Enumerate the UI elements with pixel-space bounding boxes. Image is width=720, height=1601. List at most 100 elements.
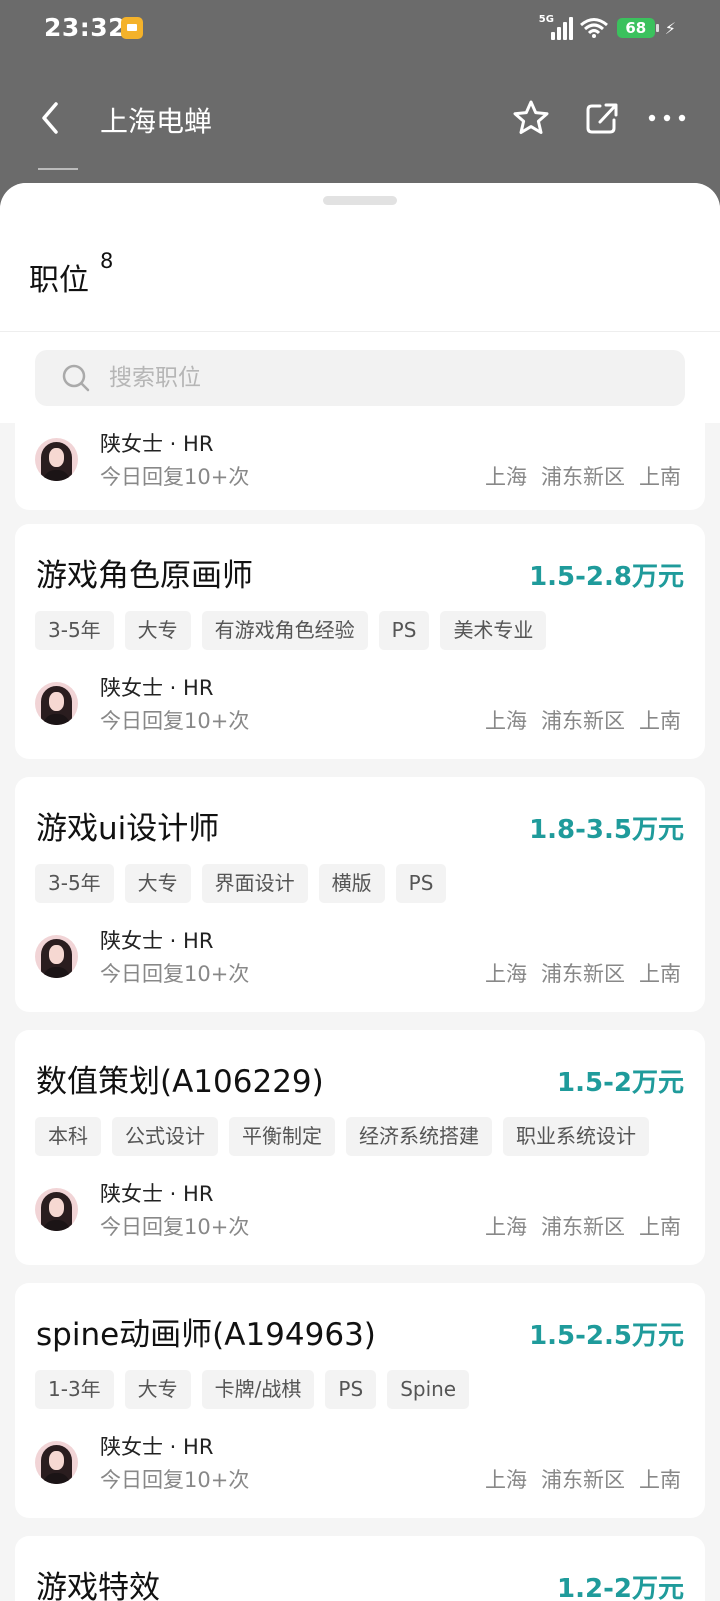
job-tag: PS [395,864,447,903]
job-location: 上海 浦东新区 上南 [485,1464,681,1494]
signal-icon: 5G [538,14,573,40]
avatar [35,682,78,725]
job-salary: 1.5-2万元 [557,1068,684,1098]
background-content-peek [38,162,78,170]
location-part: 上海 [485,962,527,986]
job-tag: 3-5年 [35,611,114,650]
status-bar: 23:32 5G 68 ⚡ [0,0,720,62]
job-tag: 大专 [124,611,191,650]
recruiter-reply-rate: 今日回复10+次 [100,1468,250,1492]
job-tag: 大专 [124,864,191,903]
jobs-bottom-sheet: 职位 8 陕女士 · HR今日回复10+次上海浦东新区上南游戏角色原画师1.5-… [0,183,720,1601]
job-location: 上海 浦东新区 上南 [485,461,681,491]
recruiter-row: 陕女士 · HR 今日回复10+次 上海 浦东新区 上南 [15,925,705,995]
job-title: 游戏特效 [36,1570,160,1601]
job-tag: 3-5年 [35,864,114,903]
search-input[interactable] [109,350,649,406]
job-tag: 公式设计 [112,1117,218,1156]
job-tag: 职业系统设计 [503,1117,649,1156]
job-tag: 1-3年 [35,1370,114,1409]
job-tag: 卡牌/战棋 [201,1370,315,1409]
job-location: 上海 浦东新区 上南 [485,958,681,988]
page-title: 上海电蝉 [100,105,213,138]
avatar [35,1188,78,1231]
job-title: 游戏角色原画师 [36,558,253,594]
location-part: 上南 [639,962,681,986]
job-tag: 界面设计 [201,864,308,903]
job-tag: 经济系统搭建 [346,1117,492,1156]
title-bar: 上海电蝉 [0,82,720,158]
location-part: 上南 [639,1215,681,1239]
location-part: 上南 [639,709,681,733]
recruiter-reply-rate: 今日回复10+次 [100,1215,250,1239]
recruiter-name: 陕女士 · HR [100,676,214,700]
wifi-icon [579,18,608,38]
job-tags: 1-3年 大专 卡牌/战棋 PS Spine [35,1370,470,1409]
more-icon[interactable] [645,98,689,138]
job-tag: 横版 [318,864,385,903]
recruiter-name: 陕女士 · HR [100,929,214,953]
job-tag: 有游戏角色经验 [201,611,368,650]
job-count: 8 [100,249,114,273]
recruiter-row: 陕女士 · HR 今日回复10+次 上海 浦东新区 上南 [15,1431,705,1501]
share-icon[interactable] [582,98,622,138]
job-tag: 平衡制定 [229,1117,335,1156]
location-part: 浦东新区 [541,962,625,986]
recruiter-name: 陕女士 · HR [100,1182,214,1206]
job-card[interactable]: spine动画师(A194963) 1.5-2.5万元 1-3年 大专 卡牌/战棋 PS S… [15,1283,705,1518]
job-title: 游戏ui设计师 [36,811,220,847]
location-part: 上南 [639,465,681,489]
job-tag: PS [325,1370,377,1409]
location-part: 浦东新区 [541,465,625,489]
recruiter-name: 陕女士 · HR [100,432,214,456]
search-icon [62,364,90,392]
job-tags: 本科 公式设计 平衡制定 经济系统搭建 职业系统设计 [35,1117,649,1156]
job-card[interactable]: 游戏特效 1.2-2万元 [15,1536,705,1601]
sheet-header: 职位 8 [0,183,720,423]
recruiter-row: 陕女士 · HR 今日回复10+次 上海 浦东新区 上南 [15,428,705,498]
location-part: 上南 [639,1468,681,1492]
location-part: 上海 [485,1215,527,1239]
job-location: 上海 浦东新区 上南 [485,705,681,735]
avatar [35,1441,78,1484]
recruiter-row: 陕女士 · HR 今日回复10+次 上海 浦东新区 上南 [15,1178,705,1248]
avatar [35,438,78,481]
back-icon[interactable] [32,98,72,138]
job-card[interactable]: 数值策划(A106229) 1.5-2万元本科 公式设计 平衡制定 经济系统搭建 职业系统… [15,1030,705,1265]
job-tags: 3-5年 大专 有游戏角色经验 PS 美术专业 [35,611,547,650]
location-part: 上海 [485,1468,527,1492]
recruiter-row: 陕女士 · HR 今日回复10+次 上海 浦东新区 上南 [15,672,705,742]
job-title: 数值策划(A106229) [36,1064,324,1100]
job-card[interactable]: 游戏角色原画师 1.5-2.8万元 3-5年 大专 有游戏角色经验 PS 美术专业陕女士 ·… [15,524,705,759]
location-part: 浦东新区 [541,709,625,733]
battery-icon: 68 [616,18,659,38]
job-salary: 1.8-3.5万元 [529,815,684,845]
job-tag: PS [378,611,430,650]
charging-icon: ⚡ [664,18,676,38]
drag-handle[interactable] [323,196,397,205]
job-tag: 美术专业 [440,611,547,650]
status-time: 23:32 [44,13,127,42]
job-tag: 本科 [35,1117,101,1156]
location-part: 浦东新区 [541,1468,625,1492]
job-salary: 1.5-2.5万元 [529,1321,684,1351]
job-salary: 1.5-2.8万元 [529,562,684,592]
job-tag: 大专 [124,1370,191,1409]
location-part: 上海 [485,709,527,733]
location-part: 上海 [485,465,527,489]
recruiter-reply-rate: 今日回复10+次 [100,709,250,733]
star-icon[interactable] [511,98,551,138]
job-tags: 3-5年 大专 界面设计 横版 PS [35,864,447,903]
job-location: 上海 浦东新区 上南 [485,1211,681,1241]
job-salary: 1.2-2万元 [557,1574,684,1601]
job-card[interactable]: 游戏ui设计师 1.8-3.5万元 3-5年 大专 界面设计 横版 PS 陕女士 · HR 今日… [15,777,705,1012]
recruiter-name: 陕女士 · HR [100,1435,214,1459]
avatar [35,935,78,978]
notification-icon [121,17,143,39]
location-part: 浦东新区 [541,1215,625,1239]
job-title: spine动画师(A194963) [36,1317,376,1353]
search-box[interactable] [35,350,685,406]
recruiter-reply-rate: 今日回复10+次 [100,962,250,986]
network-type: 5G [538,14,554,25]
recruiter-reply-rate: 今日回复10+次 [100,465,250,489]
